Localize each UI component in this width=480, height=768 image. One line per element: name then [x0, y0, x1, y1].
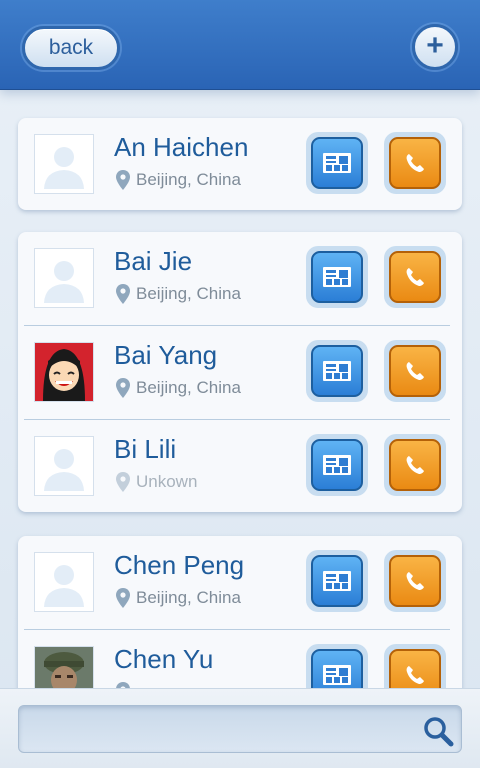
phone-icon [406, 154, 424, 172]
contact-location: Unkown [116, 472, 197, 492]
contact-name: An Haichen [114, 132, 249, 162]
contact-list[interactable]: An Haichen Beijing, China Bai Jie Beijin… [0, 90, 480, 688]
contact-name: Bai Yang [114, 340, 218, 370]
contact-location-text: Beijing, China [136, 378, 241, 397]
contact-row[interactable]: Bai Yang Beijing, China [18, 326, 462, 420]
contact-row[interactable]: An Haichen Beijing, China [18, 118, 462, 212]
id-card-icon [323, 455, 351, 475]
call-button[interactable] [384, 434, 446, 496]
contact-location: Beijing, China [116, 170, 241, 190]
contact-name: Chen Peng [114, 550, 245, 580]
phone-icon [406, 456, 424, 474]
id-card-icon [323, 361, 351, 381]
call-button[interactable] [384, 644, 446, 688]
contact-card-button[interactable] [306, 550, 368, 612]
contact-name: Chen Yu [114, 644, 214, 674]
contact-row[interactable]: Chen Yu [18, 630, 462, 688]
contact-group-b: Bai Jie Beijing, China Bai Yang Beijing,… [18, 232, 462, 512]
contact-card-button[interactable] [306, 246, 368, 308]
call-button[interactable] [384, 132, 446, 194]
contact-row[interactable]: Bai Jie Beijing, China [18, 232, 462, 326]
contact-name: Bai Jie [114, 246, 193, 276]
call-button[interactable] [384, 246, 446, 308]
contact-card-button[interactable] [306, 434, 368, 496]
id-card-icon [323, 153, 351, 173]
contact-group-c: Chen Peng Beijing, China Chen Yu [18, 536, 462, 688]
phone-icon [406, 362, 424, 380]
contact-location-text: Unkown [136, 472, 198, 491]
contact-name: Bi Lili [114, 434, 177, 464]
location-pin-icon [116, 378, 130, 398]
call-button[interactable] [384, 340, 446, 402]
soldier-photo-avatar [34, 646, 94, 688]
placeholder-avatar [34, 134, 94, 194]
contact-card-button[interactable] [306, 644, 368, 688]
location-pin-icon [116, 284, 130, 304]
top-bar: back + [0, 0, 480, 90]
contact-location-text: Beijing, China [136, 284, 241, 303]
contact-location-text: Beijing, China [136, 170, 241, 189]
contact-location: Beijing, China [116, 378, 241, 398]
location-pin-icon [116, 588, 130, 608]
contact-group-a: An Haichen Beijing, China [18, 118, 462, 210]
placeholder-avatar [34, 436, 94, 496]
id-card-icon [323, 665, 351, 685]
contact-card-button[interactable] [306, 132, 368, 194]
location-pin-icon [116, 170, 130, 190]
phone-icon [406, 268, 424, 286]
add-contact-button[interactable]: + [412, 24, 458, 70]
phone-icon [406, 666, 424, 684]
contact-location-text: Beijing, China [136, 588, 241, 607]
placeholder-avatar [34, 248, 94, 308]
contact-row[interactable]: Chen Peng Beijing, China [18, 536, 462, 630]
contact-card-button[interactable] [306, 340, 368, 402]
call-button[interactable] [384, 550, 446, 612]
contact-location: Beijing, China [116, 588, 241, 608]
phone-icon [406, 572, 424, 590]
back-button[interactable]: back [22, 26, 120, 70]
id-card-icon [323, 571, 351, 591]
cartoon-girl-avatar [34, 342, 94, 402]
search-box[interactable] [18, 705, 462, 753]
search-icon[interactable] [421, 714, 455, 748]
search-input[interactable] [29, 714, 409, 744]
contact-row[interactable]: Bi Lili Unkown [18, 420, 462, 514]
id-card-icon [323, 267, 351, 287]
location-pin-icon [116, 472, 130, 492]
bottom-bar [0, 688, 480, 768]
contact-location: Beijing, China [116, 284, 241, 304]
placeholder-avatar [34, 552, 94, 612]
